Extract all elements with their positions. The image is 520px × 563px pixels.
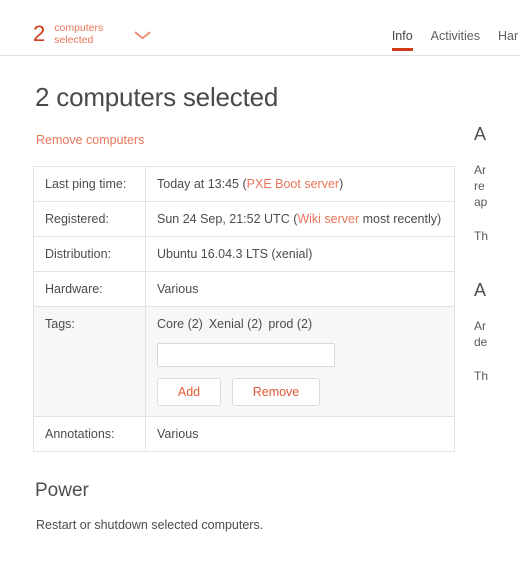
sidebar-block-1: A Ar re ap Th [474, 124, 520, 244]
row-value-hardware: Various [145, 271, 455, 307]
tag-item[interactable]: Core (2) [157, 317, 203, 331]
row-value-distribution: Ubuntu 16.04.3 LTS (xenial) [145, 236, 455, 272]
selection-dropdown[interactable]: 2 computers selected [33, 22, 151, 46]
tag-item[interactable]: prod (2) [268, 317, 312, 331]
table-row: Last ping time: Today at 13:45 (PXE Boot… [33, 166, 455, 202]
sidebar-block-2: A Ar de Th [474, 280, 520, 384]
value-tail: most recently) [359, 212, 442, 226]
row-label-annotations: Annotations: [33, 416, 146, 452]
value-accent-link[interactable]: Wiki server [297, 212, 359, 226]
sidebar-text-2-line-3: Th [474, 369, 489, 383]
tag-list: Core (2) Xenial (2) prod (2) [157, 317, 454, 331]
main-content: 2 computers selected Remove computers La… [33, 56, 457, 532]
tab-info[interactable]: Info [391, 29, 413, 51]
row-label-tags: Tags: [33, 306, 146, 417]
tag-action-buttons: Add Remove [157, 378, 454, 406]
chevron-down-icon[interactable] [134, 27, 151, 45]
top-bar: 2 computers selected Info Activities Har [0, 0, 520, 56]
value-text: Sun 24 Sep, 21:52 UTC ( [157, 212, 298, 226]
value-text: Today at 13:45 ( [157, 177, 247, 191]
sidebar-text-1-line-1: Ar [474, 163, 486, 177]
table-row: Registered: Sun 24 Sep, 21:52 UTC (Wiki … [33, 201, 455, 237]
page-title: 2 computers selected [35, 82, 279, 112]
sidebar-text-2-line-2: de [474, 335, 488, 349]
remove-tag-button[interactable]: Remove [232, 378, 320, 406]
table-row-tags: Tags: Core (2) Xenial (2) prod (2) Add Rem… [33, 306, 455, 417]
row-label-distribution: Distribution: [33, 236, 146, 272]
table-row: Annotations: Various [33, 416, 455, 452]
row-value-last-ping-time: Today at 13:45 (PXE Boot server) [145, 166, 455, 202]
table-row: Hardware: Various [33, 271, 455, 307]
tag-input[interactable] [157, 343, 335, 367]
sidebar-text-2-line-1: Ar [474, 319, 486, 333]
add-tag-button[interactable]: Add [157, 378, 221, 406]
power-section-description: Restart or shutdown selected computers. [36, 518, 264, 532]
sidebar-text-1-line-4: Th [474, 229, 489, 243]
sidebar-text-1-line-2: re [474, 179, 485, 193]
tag-item[interactable]: Xenial (2) [209, 317, 263, 331]
row-value-annotations: Various [145, 416, 455, 452]
clipped-sidebar: A Ar re ap Th A Ar de Th [474, 56, 520, 384]
sidebar-text-1-line-3: ap [474, 195, 488, 209]
row-value-registered: Sun 24 Sep, 21:52 UTC (Wiki server most … [145, 201, 455, 237]
selection-label: computers selected [54, 22, 104, 46]
value-accent-link[interactable]: PXE Boot server [247, 177, 339, 191]
tab-activities[interactable]: Activities [431, 29, 480, 51]
row-value-tags: Core (2) Xenial (2) prod (2) Add Remove [145, 306, 455, 417]
value-tail: ) [339, 177, 344, 191]
sidebar-heading-1: A [474, 124, 487, 144]
row-label-last-ping-time: Last ping time: [33, 166, 146, 202]
table-row: Distribution: Ubuntu 16.04.3 LTS (xenial… [33, 236, 455, 272]
computer-info-table: Last ping time: Today at 13:45 (PXE Boot… [33, 166, 455, 452]
tab-hardware[interactable]: Har [498, 29, 520, 51]
selection-count: 2 [33, 21, 46, 46]
remove-computers-link[interactable]: Remove computers [36, 133, 144, 147]
row-label-registered: Registered: [33, 201, 146, 237]
power-section-title: Power [35, 480, 89, 501]
row-label-hardware: Hardware: [33, 271, 146, 307]
tab-bar: Info Activities Har [391, 29, 520, 51]
sidebar-heading-2: A [474, 280, 487, 300]
